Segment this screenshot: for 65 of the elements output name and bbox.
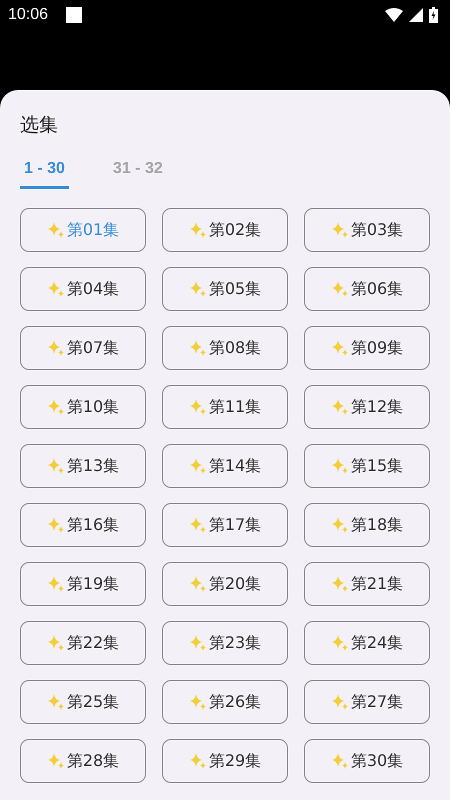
episode-button[interactable]: 第09集 <box>304 326 430 370</box>
episode-button[interactable]: 第12集 <box>304 385 430 429</box>
episode-button[interactable]: 第22集 <box>20 621 146 665</box>
episode-button[interactable]: 第07集 <box>20 326 146 370</box>
sparkle-icon <box>46 280 65 298</box>
episode-button[interactable]: 第21集 <box>304 562 430 606</box>
episode-button[interactable]: 第25集 <box>20 680 146 724</box>
sparkle-icon <box>188 752 207 770</box>
sparkle-icon <box>46 752 65 770</box>
sheet-title: 选集 <box>20 113 59 138</box>
episode-button[interactable]: 第26集 <box>162 680 288 724</box>
sparkle-icon <box>330 221 349 239</box>
status-time: 10:06 <box>8 6 48 24</box>
episode-button[interactable]: 第19集 <box>20 562 146 606</box>
episode-button[interactable]: 第08集 <box>162 326 288 370</box>
episode-button[interactable]: 第23集 <box>162 621 288 665</box>
sparkle-icon <box>188 398 207 416</box>
sparkle-icon <box>330 280 349 298</box>
sparkle-icon <box>46 339 65 357</box>
signal-icon <box>409 8 423 22</box>
sparkle-icon <box>46 457 65 475</box>
episode-button[interactable]: 第16集 <box>20 503 146 547</box>
sparkle-icon <box>188 221 207 239</box>
episode-button[interactable]: 第15集 <box>304 444 430 488</box>
wifi-icon <box>385 8 403 22</box>
sparkle-icon <box>46 693 65 711</box>
sparkle-icon <box>330 457 349 475</box>
episode-button[interactable]: 第18集 <box>304 503 430 547</box>
episode-button[interactable]: 第10集 <box>20 385 146 429</box>
sparkle-icon <box>330 398 349 416</box>
episode-button[interactable]: 第05集 <box>162 267 288 311</box>
battery-icon <box>429 7 438 23</box>
sparkle-icon <box>330 752 349 770</box>
sparkle-icon <box>188 516 207 534</box>
episode-button[interactable]: 第04集 <box>20 267 146 311</box>
episode-button[interactable]: 第17集 <box>162 503 288 547</box>
sparkle-icon <box>46 575 65 593</box>
episode-button[interactable]: 第24集 <box>304 621 430 665</box>
sparkle-icon <box>188 575 207 593</box>
sparkle-icon <box>330 693 349 711</box>
sparkle-icon <box>46 634 65 652</box>
sparkle-icon <box>188 339 207 357</box>
episode-button[interactable]: 第11集 <box>162 385 288 429</box>
episode-button[interactable]: 第13集 <box>20 444 146 488</box>
sparkle-icon <box>188 693 207 711</box>
sparkle-icon <box>330 516 349 534</box>
episode-button[interactable]: 第27集 <box>304 680 430 724</box>
sparkle-icon <box>188 280 207 298</box>
sparkle-icon <box>330 634 349 652</box>
sparkle-icon <box>188 457 207 475</box>
episode-button[interactable]: 第28集 <box>20 739 146 783</box>
sparkle-icon <box>330 339 349 357</box>
sparkle-icon <box>188 634 207 652</box>
sparkle-icon <box>46 398 65 416</box>
sparkle-icon <box>330 575 349 593</box>
episode-button[interactable]: 第20集 <box>162 562 288 606</box>
sparkle-icon <box>46 221 65 239</box>
episode-button[interactable]: 第29集 <box>162 739 288 783</box>
episode-button[interactable]: 第06集 <box>304 267 430 311</box>
episode-button[interactable]: 第02集 <box>162 208 288 252</box>
notification-icon <box>66 7 82 23</box>
episode-button[interactable]: 第03集 <box>304 208 430 252</box>
episode-button[interactable]: 第30集 <box>304 739 430 783</box>
episode-button[interactable]: 第14集 <box>162 444 288 488</box>
sparkle-icon <box>46 516 65 534</box>
